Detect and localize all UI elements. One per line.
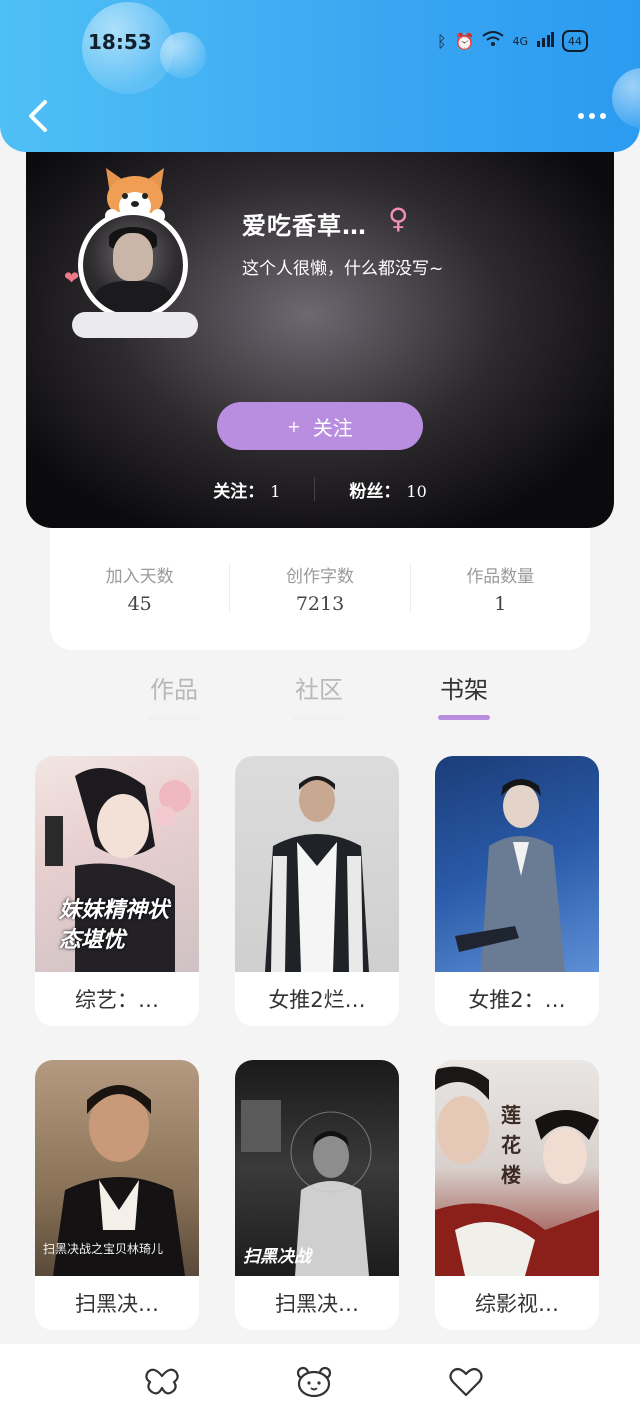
cover-title: 妹妹精神状态堪忧 — [59, 898, 170, 953]
book-cover — [435, 756, 599, 972]
book-card[interactable]: 扫黑决战 扫黑决… — [235, 1060, 399, 1330]
tab-bookshelf[interactable]: 书架 — [438, 670, 490, 720]
fans-value: 10 — [406, 481, 427, 501]
book-title: 综影视… — [475, 1292, 559, 1316]
plus-icon: + — [287, 416, 301, 436]
book-cover — [235, 756, 399, 972]
tab-underline-active — [438, 715, 490, 720]
book-card[interactable]: 妹妹精神状态堪忧 综艺：… — [35, 756, 199, 1026]
dot-icon — [578, 113, 584, 119]
signal-icon — [536, 31, 554, 51]
cover-title: 扫黑决战 — [243, 1247, 311, 1267]
following-count[interactable]: 关注： 1 — [213, 477, 280, 502]
book-cover: 扫黑决战之宝贝林琦儿 — [35, 1060, 199, 1276]
follow-button-label: 关注 — [312, 415, 353, 440]
dot-icon — [589, 113, 595, 119]
tab-label: 书架 — [440, 676, 488, 704]
avatar-frame[interactable]: ❤ — [64, 164, 200, 338]
chevron-left-icon — [29, 100, 47, 132]
stat-join-days: 加入天数 45 — [50, 562, 229, 615]
bottom-nav — [0, 1344, 640, 1422]
book-cover: 妹妹精神状态堪忧 — [35, 756, 199, 972]
following-label: 关注： — [213, 481, 265, 502]
stat-label: 创作字数 — [285, 566, 354, 587]
tab-underline — [293, 715, 345, 720]
heart-icon[interactable] — [448, 1366, 484, 1398]
cover-title: 扫黑决战之宝贝林琦儿 — [43, 1242, 164, 1256]
network-label: 4G — [512, 34, 528, 48]
stat-works-count: 作品数量 1 — [411, 562, 590, 615]
book-title: 扫黑决… — [75, 1292, 159, 1316]
tab-works[interactable]: 作品 — [148, 670, 200, 720]
book-title: 扫黑决… — [275, 1292, 359, 1316]
tab-bar: 作品 社区 书架 — [0, 670, 640, 726]
stat-value: 7213 — [295, 592, 345, 615]
alarm-icon: ⏰ — [454, 31, 475, 51]
battery-icon: 44 — [562, 30, 588, 52]
cover-title: 莲花楼 — [501, 1103, 521, 1187]
dot-icon — [600, 113, 606, 119]
stat-value: 45 — [127, 592, 152, 615]
stat-word-count: 创作字数 7213 — [230, 562, 409, 615]
decorative-bubble — [612, 68, 640, 128]
profile-card: ❤ 爱吃香草… ♀ 这个人很懒，什么都没写~ + 关注 关注： 1 粉丝： 10 — [26, 140, 614, 528]
book-title: 女推2烂… — [268, 988, 366, 1012]
follow-button[interactable]: + 关注 — [217, 402, 423, 450]
back-button[interactable] — [20, 96, 56, 136]
tab-label: 作品 — [150, 676, 198, 704]
fans-label: 粉丝： — [349, 481, 401, 502]
tab-community[interactable]: 社区 — [293, 670, 345, 720]
book-card[interactable]: 女推2：… — [435, 756, 599, 1026]
fans-count[interactable]: 粉丝： 10 — [349, 477, 426, 502]
profile-bio: 这个人很懒，什么都没写~ — [242, 259, 444, 279]
bluetooth-icon: ᛒ — [436, 31, 447, 51]
decorative-bubble — [160, 32, 206, 78]
bear-face-icon[interactable] — [296, 1366, 332, 1398]
tab-underline — [148, 715, 200, 720]
stat-value: 1 — [494, 592, 507, 615]
top-header: 18:53 ᛒ ⏰ 4G 44 — [0, 0, 640, 152]
cloud-decoration — [72, 312, 198, 338]
stats-card: 加入天数 45 创作字数 7213 作品数量 1 — [50, 526, 590, 650]
butterfly-icon[interactable] — [144, 1366, 180, 1398]
female-icon: ♀ — [388, 202, 409, 235]
heart-icon: ❤ — [64, 268, 80, 289]
status-icons: ᛒ ⏰ 4G 44 — [437, 30, 588, 52]
book-title: 女推2：… — [468, 988, 566, 1012]
status-time: 18:53 — [88, 30, 152, 54]
more-button[interactable] — [572, 104, 612, 128]
book-cover: 莲花楼 — [435, 1060, 599, 1276]
stat-label: 加入天数 — [105, 566, 174, 587]
divider — [314, 477, 316, 501]
wifi-icon — [482, 31, 505, 51]
book-card[interactable]: 女推2烂… — [235, 756, 399, 1026]
book-cover: 扫黑决战 — [235, 1060, 399, 1276]
avatar — [78, 210, 188, 320]
following-value: 1 — [270, 481, 281, 501]
stat-label: 作品数量 — [466, 566, 535, 587]
follow-counts: 关注： 1 粉丝： 10 — [26, 474, 614, 504]
profile-name: 爱吃香草… — [242, 212, 367, 240]
tab-label: 社区 — [295, 676, 343, 704]
book-card[interactable]: 扫黑决战之宝贝林琦儿 扫黑决… — [35, 1060, 199, 1330]
book-card[interactable]: 莲花楼 综影视… — [435, 1060, 599, 1330]
book-title: 综艺：… — [75, 988, 159, 1012]
